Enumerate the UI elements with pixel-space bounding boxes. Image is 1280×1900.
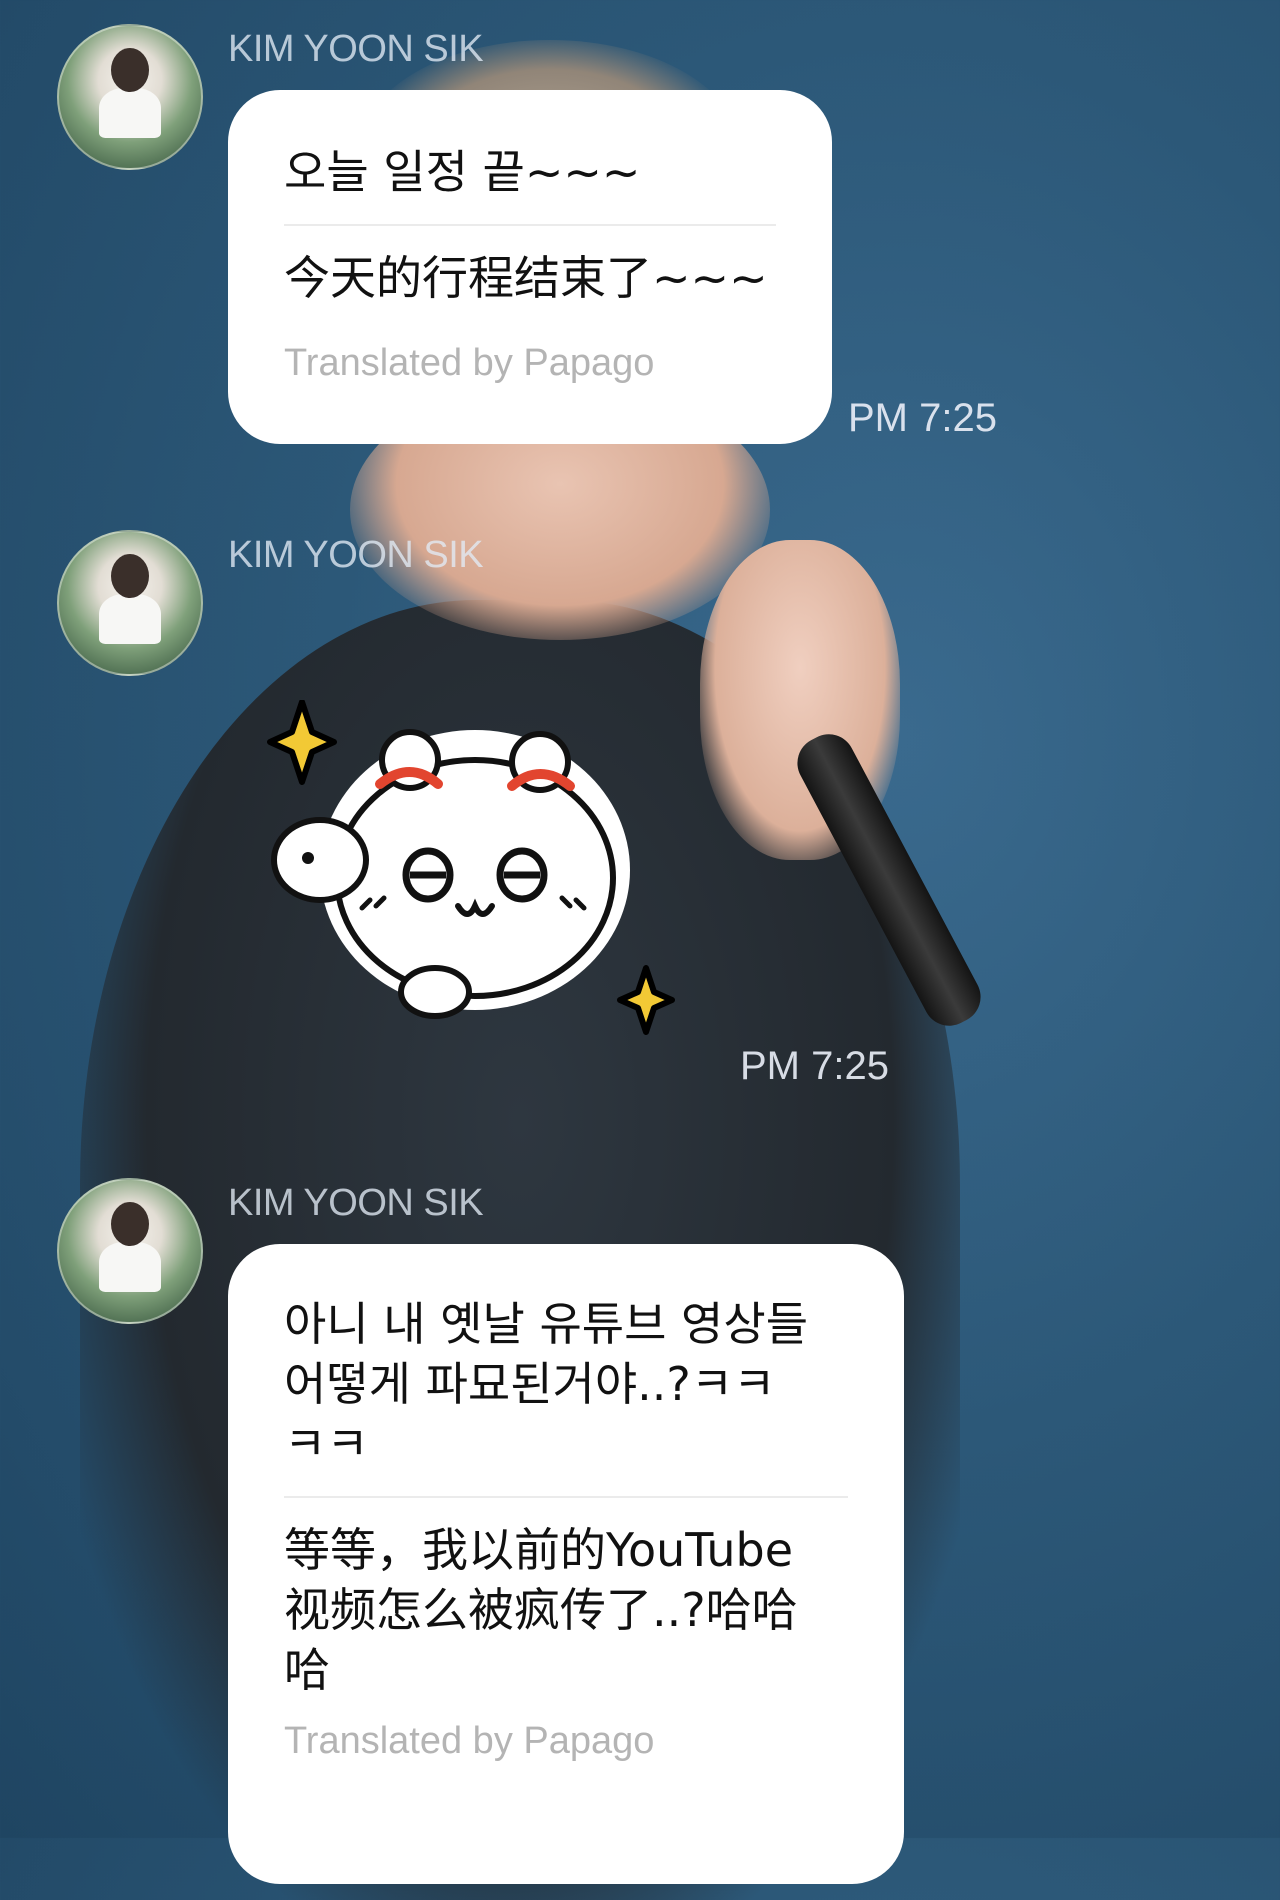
translated-text: 今天的行程结束了~~~ — [284, 251, 768, 305]
background-microphone — [788, 725, 990, 1035]
sparkle-icon — [267, 700, 337, 785]
original-text: 어떻게 파묘된거야..?ㅋㅋ — [284, 1357, 776, 1411]
divider — [284, 1496, 848, 1498]
sticker-cartoon-face[interactable] — [260, 700, 680, 1040]
sender-name: KIM YOON SIK — [228, 534, 484, 576]
translation-credit: Translated by Papago — [284, 1720, 655, 1762]
timestamp: PM 7:25 — [848, 396, 997, 440]
timestamp: PM 7:25 — [740, 1044, 889, 1088]
message-bubble[interactable]: 오늘 일정 끝~~~ 今天的行程结束了~~~ Translated by Pap… — [228, 90, 832, 444]
avatar[interactable] — [57, 24, 203, 170]
background-hand — [700, 540, 900, 860]
message-bubble[interactable]: 아니 내 옛날 유튜브 영상들 어떻게 파묘된거야..?ㅋㅋ ㅋㅋ 等等，我以前… — [228, 1244, 904, 1884]
sender-name: KIM YOON SIK — [228, 1182, 484, 1224]
divider — [284, 224, 776, 226]
sparkle-icon — [617, 965, 675, 1035]
original-text: 아니 내 옛날 유튜브 영상들 — [284, 1297, 809, 1351]
original-text: 오늘 일정 끝~~~ — [284, 145, 641, 199]
translated-text: 等等，我以前的YouTube — [284, 1523, 794, 1577]
avatar[interactable] — [57, 1178, 203, 1324]
avatar[interactable] — [57, 530, 203, 676]
translation-credit: Translated by Papago — [284, 342, 655, 384]
original-text: ㅋㅋ — [284, 1417, 369, 1471]
translated-text: 视频怎么被疯传了..?哈哈 — [284, 1583, 798, 1637]
translated-text: 哈 — [284, 1643, 330, 1697]
sticker-head — [334, 757, 616, 999]
sender-name: KIM YOON SIK — [228, 28, 484, 70]
